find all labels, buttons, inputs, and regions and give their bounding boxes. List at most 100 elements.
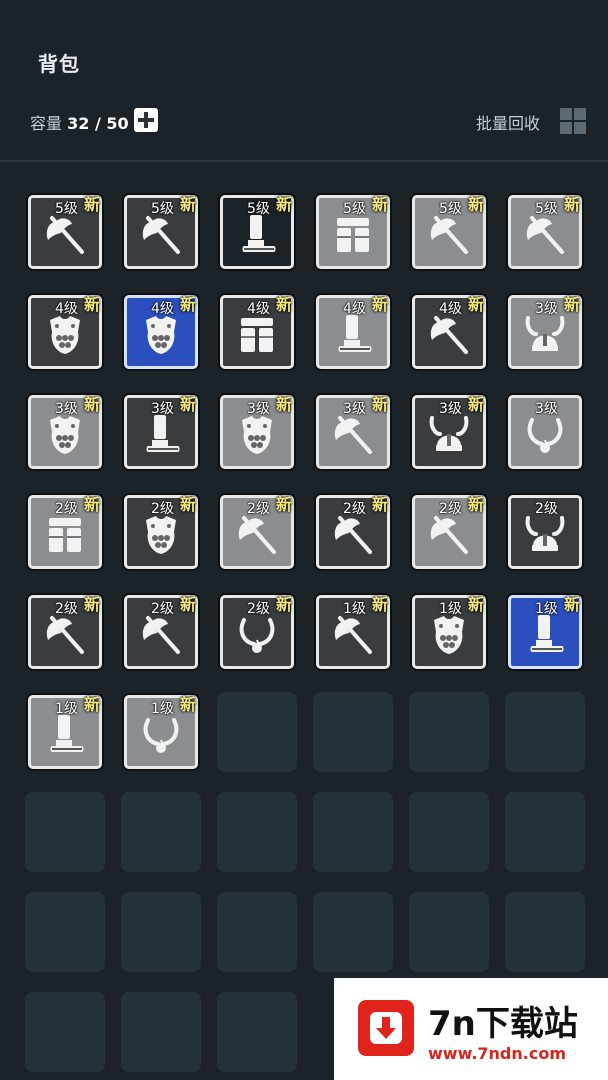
inventory-item[interactable]: 1级新 xyxy=(412,595,486,669)
inventory-item[interactable]: 5级新 xyxy=(412,195,486,269)
new-badge: 新 xyxy=(275,495,292,514)
inventory-item[interactable]: 5级新 xyxy=(220,195,294,269)
axe-icon xyxy=(522,212,568,258)
inventory-item[interactable]: 2级新 xyxy=(316,495,390,569)
inventory-item[interactable]: 2级新 xyxy=(124,595,198,669)
inventory-item[interactable]: 2级新 xyxy=(28,595,102,669)
empty-slot xyxy=(505,692,585,772)
empty-slot xyxy=(25,792,105,872)
item-level: 5级 xyxy=(151,201,174,217)
item-level: 3级 xyxy=(151,401,174,417)
header-divider xyxy=(0,160,608,162)
item-level: 2级 xyxy=(343,501,366,517)
item-level: 1级 xyxy=(55,701,78,717)
boot-icon xyxy=(138,412,184,458)
item-level: 2级 xyxy=(151,601,174,617)
item-level: 2级 xyxy=(247,501,270,517)
helmet-icon xyxy=(522,512,568,558)
empty-slot xyxy=(217,992,297,1072)
inventory-item[interactable]: 3级新 xyxy=(316,395,390,469)
empty-slot xyxy=(409,692,489,772)
axe-icon xyxy=(42,612,88,658)
pants-icon xyxy=(234,312,280,358)
inventory-item[interactable]: 2级新 xyxy=(220,495,294,569)
inventory-item[interactable]: 3级 xyxy=(508,395,582,469)
new-badge: 新 xyxy=(275,595,292,614)
axe-icon xyxy=(234,512,280,558)
new-badge: 新 xyxy=(467,595,484,614)
inventory-item[interactable]: 2级新 xyxy=(28,495,102,569)
inventory-item[interactable]: 4级新 xyxy=(124,295,198,369)
item-level: 2级 xyxy=(55,501,78,517)
item-level: 3级 xyxy=(535,401,558,417)
new-badge: 新 xyxy=(83,395,100,414)
new-badge: 新 xyxy=(83,595,100,614)
boot-icon xyxy=(234,212,280,258)
empty-slot xyxy=(217,792,297,872)
inventory-item[interactable]: 3级新 xyxy=(28,395,102,469)
inventory-item[interactable]: 5级新 xyxy=(124,195,198,269)
expand-capacity-button[interactable] xyxy=(134,108,158,132)
inventory-item[interactable]: 3级新 xyxy=(124,395,198,469)
new-badge: 新 xyxy=(179,295,196,314)
item-level: 2级 xyxy=(535,501,558,517)
item-level: 2级 xyxy=(151,501,174,517)
armor-icon xyxy=(42,312,88,358)
item-level: 1级 xyxy=(535,601,558,617)
inventory-item[interactable]: 1级新 xyxy=(28,695,102,769)
item-level: 4级 xyxy=(439,301,462,317)
site-watermark: 7n下载站 www.7ndn.com xyxy=(334,978,608,1080)
new-badge: 新 xyxy=(467,495,484,514)
axe-icon xyxy=(426,312,472,358)
axe-icon xyxy=(330,512,376,558)
inventory-item[interactable]: 3级新 xyxy=(508,295,582,369)
empty-slot xyxy=(505,892,585,972)
empty-slot xyxy=(121,992,201,1072)
new-badge: 新 xyxy=(563,595,580,614)
helmet-icon xyxy=(426,412,472,458)
item-level: 5级 xyxy=(247,201,270,217)
batch-recycle-grid-icon[interactable] xyxy=(560,108,586,134)
axe-icon xyxy=(330,612,376,658)
inventory-item[interactable]: 1级新 xyxy=(316,595,390,669)
axe-icon xyxy=(138,212,184,258)
necklace-icon xyxy=(138,712,184,758)
new-badge: 新 xyxy=(83,295,100,314)
inventory-item[interactable]: 2级新 xyxy=(220,595,294,669)
inventory-item[interactable]: 4级新 xyxy=(28,295,102,369)
item-level: 2级 xyxy=(439,501,462,517)
empty-slot xyxy=(313,892,393,972)
inventory-item[interactable]: 4级新 xyxy=(316,295,390,369)
inventory-item[interactable]: 5级新 xyxy=(28,195,102,269)
axe-icon xyxy=(330,412,376,458)
inventory-item[interactable]: 5级新 xyxy=(508,195,582,269)
necklace-icon xyxy=(234,612,280,658)
axe-icon xyxy=(42,212,88,258)
empty-slot xyxy=(505,792,585,872)
new-badge: 新 xyxy=(371,395,388,414)
axe-icon xyxy=(426,512,472,558)
boot-icon xyxy=(522,612,568,658)
inventory-item[interactable]: 2级新 xyxy=(124,495,198,569)
capacity-display: 容量 32 / 50 xyxy=(30,110,129,134)
new-badge: 新 xyxy=(83,695,100,714)
empty-slot xyxy=(313,792,393,872)
inventory-item[interactable]: 1级新 xyxy=(124,695,198,769)
inventory-item[interactable]: 2级 xyxy=(508,495,582,569)
armor-icon xyxy=(426,612,472,658)
inventory-item[interactable]: 4级新 xyxy=(220,295,294,369)
inventory-item[interactable]: 5级新 xyxy=(316,195,390,269)
empty-slot xyxy=(217,892,297,972)
inventory-item[interactable]: 3级新 xyxy=(412,395,486,469)
inventory-item[interactable]: 3级新 xyxy=(220,395,294,469)
inventory-item[interactable]: 4级新 xyxy=(412,295,486,369)
new-badge: 新 xyxy=(467,395,484,414)
inventory-item[interactable]: 1级新 xyxy=(508,595,582,669)
batch-recycle-label[interactable]: 批量回收 xyxy=(476,110,540,134)
new-badge: 新 xyxy=(179,695,196,714)
item-level: 4级 xyxy=(55,301,78,317)
item-level: 4级 xyxy=(343,301,366,317)
empty-slot xyxy=(409,792,489,872)
new-badge: 新 xyxy=(275,395,292,414)
inventory-item[interactable]: 2级新 xyxy=(412,495,486,569)
